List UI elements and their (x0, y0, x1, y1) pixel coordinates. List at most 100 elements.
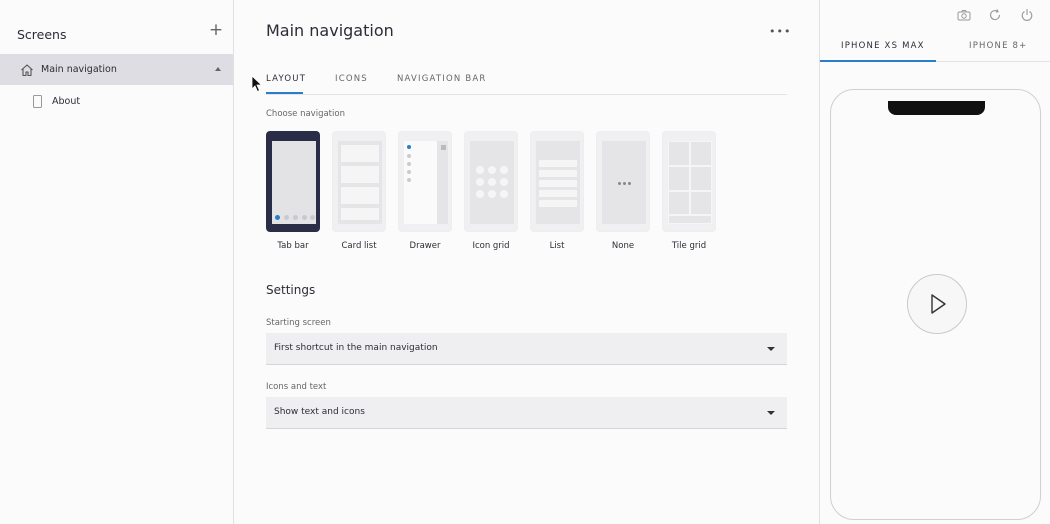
thumbnail-dot (407, 145, 411, 149)
home-icon (21, 63, 33, 76)
chevron-up-icon[interactable] (215, 67, 221, 71)
icons-and-text-value: Show text and icons (274, 407, 365, 417)
power-icon[interactable] (1020, 8, 1034, 22)
nav-option-label: Tile grid (671, 241, 707, 251)
thumbnail-card (341, 208, 379, 220)
nav-option-list[interactable]: List (530, 131, 584, 251)
thumbnail-dot (293, 215, 298, 220)
app-window: Screens + Main navigation About Main nav… (0, 0, 1050, 524)
thumbnail-screen (668, 141, 712, 224)
nav-option-tile-grid[interactable]: Tile grid (662, 131, 716, 251)
thumbnail-tile (669, 167, 689, 190)
play-button[interactable] (907, 274, 967, 334)
phone-preview (830, 89, 1041, 520)
active-tab-indicator (266, 92, 303, 94)
starting-screen-label: Starting screen (266, 318, 331, 328)
thumbnail-dot (618, 182, 621, 185)
thumbnail-row (539, 200, 577, 207)
screens-sidebar: Screens + Main navigation About (0, 0, 234, 524)
page-title: Main navigation (266, 21, 394, 40)
tab-bar: LAYOUT ICONS NAVIGATION BAR (266, 72, 787, 95)
tab-icons[interactable]: ICONS (335, 74, 368, 84)
tab-iphone-8-plus[interactable]: IPHONE 8+ (969, 41, 1027, 51)
thumbnail-dot (476, 178, 484, 186)
nav-option-label: None (611, 241, 635, 251)
thumbnail-dot (488, 166, 496, 174)
nav-option-icon-grid[interactable]: Icon grid (464, 131, 518, 251)
starting-screen-select[interactable]: First shortcut in the main navigation (266, 333, 787, 365)
thumbnail-screen (272, 141, 316, 224)
sidebar-item-label: About (52, 96, 81, 107)
nav-option-label: Card list (341, 241, 377, 251)
refresh-icon[interactable] (988, 8, 1002, 22)
thumbnail-screen (602, 141, 646, 224)
phone-notch (888, 101, 985, 115)
sidebar-item-about[interactable]: About (0, 86, 233, 117)
nav-option-drawer[interactable]: Drawer (398, 131, 452, 251)
tab-layout[interactable]: LAYOUT (266, 74, 306, 84)
thumbnail-screen (470, 141, 514, 224)
thumbnail-tile (691, 142, 711, 165)
icon-grid-thumbnail (464, 131, 518, 232)
choose-navigation-label: Choose navigation (266, 109, 345, 119)
icons-and-text-select[interactable]: Show text and icons (266, 397, 787, 429)
icons-and-text-label: Icons and text (266, 382, 327, 392)
preview-panel: IPHONE XS MAX IPHONE 8+ (820, 0, 1050, 524)
sidebar-item-label: Main navigation (41, 64, 117, 75)
thumbnail-dot (302, 215, 307, 220)
nav-option-card-list[interactable]: Card list (332, 131, 386, 251)
nav-option-label: Tab bar (277, 241, 309, 251)
thumbnail-dot (407, 178, 411, 182)
thumbnail-dot (476, 166, 484, 174)
thumbnail-row (539, 180, 577, 187)
card-list-thumbnail (332, 131, 386, 232)
settings-heading: Settings (266, 283, 316, 297)
thumbnail-tile (691, 167, 711, 190)
nav-option-label: List (549, 241, 565, 251)
thumbnail-dot (488, 190, 496, 198)
mouse-cursor-icon (251, 75, 263, 93)
thumbnail-row (539, 160, 577, 167)
thumbnail-dot (500, 178, 508, 186)
plus-icon[interactable]: + (207, 21, 225, 39)
thumbnail-screen (536, 141, 580, 224)
nav-option-label: Icon grid (472, 241, 510, 251)
thumbnail-dot (407, 170, 411, 174)
main-panel: Main navigation ••• LAYOUT ICONS NAVIGAT… (234, 0, 820, 524)
nav-option-tab-bar[interactable]: Tab bar (266, 131, 320, 251)
none-thumbnail (596, 131, 650, 232)
nav-option-none[interactable]: None (596, 131, 650, 251)
thumbnail-tile (669, 216, 711, 223)
thumbnail-dot (628, 182, 631, 185)
thumbnail-dot (284, 215, 289, 220)
thumbnail-row (539, 190, 577, 197)
tile-grid-thumbnail (662, 131, 716, 232)
drawer-thumbnail (398, 131, 452, 232)
starting-screen-value: First shortcut in the main navigation (274, 343, 438, 353)
list-thumbnail (530, 131, 584, 232)
thumbnail-screen (404, 141, 448, 224)
thumbnail-menu (441, 145, 446, 150)
tab-bar-thumbnail (266, 131, 320, 232)
sidebar-header: Screens + (17, 21, 225, 42)
thumbnail-dot (476, 190, 484, 198)
thumbnail-dot (623, 182, 626, 185)
active-device-indicator (820, 60, 936, 62)
nav-option-label: Drawer (409, 241, 441, 251)
thumbnail-dot (500, 166, 508, 174)
thumbnail-dot (407, 154, 411, 158)
thumbnail-dot (275, 215, 280, 220)
thumbnail-row (539, 170, 577, 177)
more-icon[interactable]: ••• (769, 25, 791, 38)
device-tabs: IPHONE XS MAX IPHONE 8+ (820, 38, 1050, 62)
thumbnail-card (341, 187, 379, 204)
camera-icon[interactable] (957, 8, 971, 22)
thumbnail-tile (669, 192, 689, 214)
thumbnail-dot (407, 162, 411, 166)
chevron-down-icon (767, 347, 775, 351)
tab-iphone-xs-max[interactable]: IPHONE XS MAX (841, 41, 925, 51)
tab-navigation-bar[interactable]: NAVIGATION BAR (397, 74, 487, 84)
sidebar-item-main-navigation[interactable]: Main navigation (0, 54, 233, 85)
thumbnail-card (341, 145, 379, 162)
thumbnail-tile (691, 192, 711, 214)
